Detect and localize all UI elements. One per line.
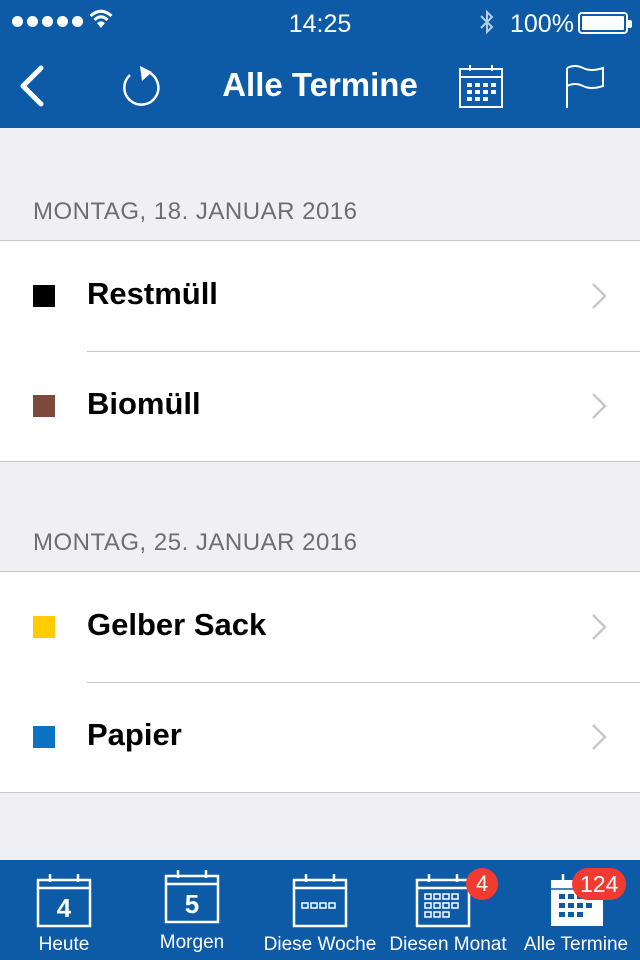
tab-label: Diesen Monat <box>389 934 507 955</box>
calendar-day-icon: 5 <box>164 870 220 924</box>
chevron-right-icon <box>592 614 607 640</box>
flag-button[interactable] <box>556 58 612 114</box>
list-item-label: Restmüll <box>87 276 218 311</box>
list-item[interactable]: Biomüll <box>0 351 640 461</box>
notification-badge: 124 <box>572 868 627 900</box>
waste-color-swatch <box>33 726 55 748</box>
status-bar: 14:25 100% <box>0 0 640 44</box>
waste-color-swatch <box>33 285 55 307</box>
battery-percent: 100% <box>510 10 574 38</box>
bluetooth-icon <box>480 9 494 35</box>
tab-label: Alle Termine <box>523 934 629 955</box>
notification-badge: 4 <box>466 868 498 900</box>
list-item[interactable]: Restmüll <box>0 241 640 351</box>
tab-label: Diese Woche <box>263 934 377 955</box>
calendar-week-icon <box>292 874 348 928</box>
section-header-date: MONTAG, 18. JANUAR 2016 <box>33 198 358 225</box>
tab-alle-termine[interactable]: 124 Alle Termine <box>512 860 640 960</box>
list-item[interactable]: Papier <box>0 682 640 792</box>
calendar-month-icon <box>415 874 471 928</box>
calendar-grid-icon <box>459 65 503 108</box>
list-item[interactable]: Gelber Sack <box>0 572 640 682</box>
waste-color-swatch <box>33 616 55 638</box>
tab-bar: 4 Heute 5 Morgen Diese Woche 4 Diesen Mo… <box>0 860 640 960</box>
battery-icon <box>578 12 632 34</box>
chevron-right-icon <box>592 724 607 750</box>
section-group: Restmüll Biomüll <box>0 240 640 462</box>
calendar-day-icon: 4 <box>36 874 92 928</box>
tab-morgen[interactable]: 5 Morgen <box>128 860 256 960</box>
tab-label: Morgen <box>159 932 225 953</box>
waste-color-swatch <box>33 395 55 417</box>
appointment-list: MONTAG, 18. JANUAR 2016 Restmüll Biomüll… <box>0 128 640 860</box>
svg-text:4: 4 <box>57 893 72 923</box>
header: 14:25 100% Alle Termine <box>0 0 640 128</box>
tab-diese-woche[interactable]: Diese Woche <box>256 860 384 960</box>
flag-icon <box>566 65 604 108</box>
section-header-date: MONTAG, 25. JANUAR 2016 <box>33 529 358 556</box>
tab-label: Heute <box>38 934 90 955</box>
list-item-label: Biomüll <box>87 386 201 421</box>
list-item-label: Gelber Sack <box>87 607 267 642</box>
list-item-label: Papier <box>87 717 182 752</box>
calendar-button[interactable] <box>453 58 509 114</box>
tab-diesen-monat[interactable]: 4 Diesen Monat <box>384 860 512 960</box>
chevron-right-icon <box>592 393 607 419</box>
navigation-bar: Alle Termine <box>0 44 640 128</box>
tab-heute[interactable]: 4 Heute <box>0 860 128 960</box>
page-title: Alle Termine <box>222 66 418 103</box>
chevron-right-icon <box>592 283 607 309</box>
section-group: Gelber Sack Papier <box>0 571 640 793</box>
svg-text:5: 5 <box>185 889 199 919</box>
